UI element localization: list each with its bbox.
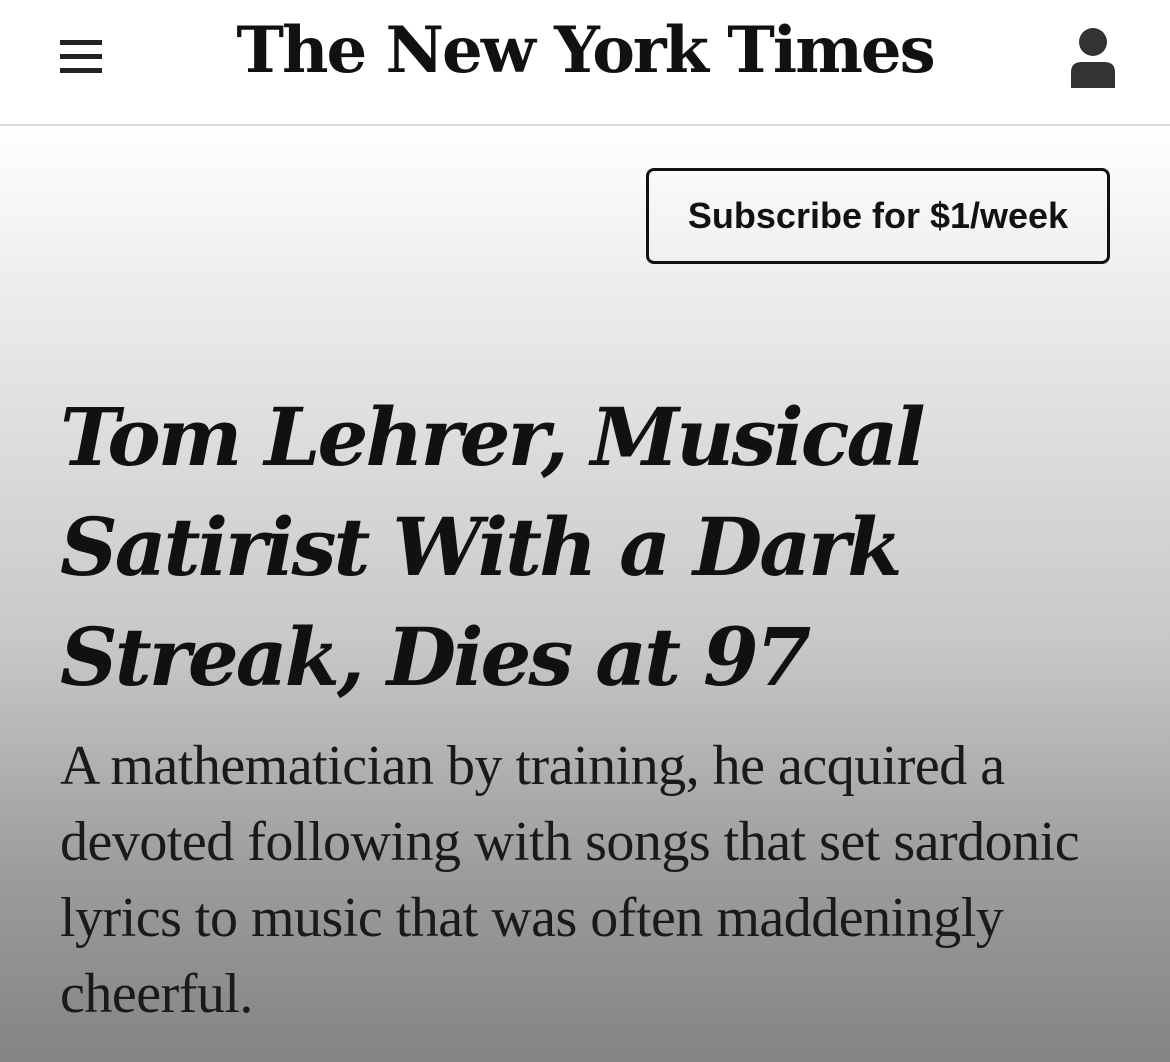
article-summary: A mathematician by training, he acquired… — [60, 735, 1080, 1025]
top-navigation-bar: The New York Times — [0, 0, 1170, 126]
article-page: The New York Times Subscribe for $1/week… — [0, 0, 1170, 1062]
user-account-icon[interactable] — [1068, 26, 1118, 88]
article-header: Subscribe for $1/week Tom Lehrer, Musica… — [0, 126, 1170, 1062]
subscribe-button[interactable]: Subscribe for $1/week — [646, 168, 1110, 264]
article-headline: Tom Lehrer, Musical Satirist With a Dark… — [60, 390, 926, 704]
site-logo[interactable]: The New York Times — [0, 15, 1170, 86]
